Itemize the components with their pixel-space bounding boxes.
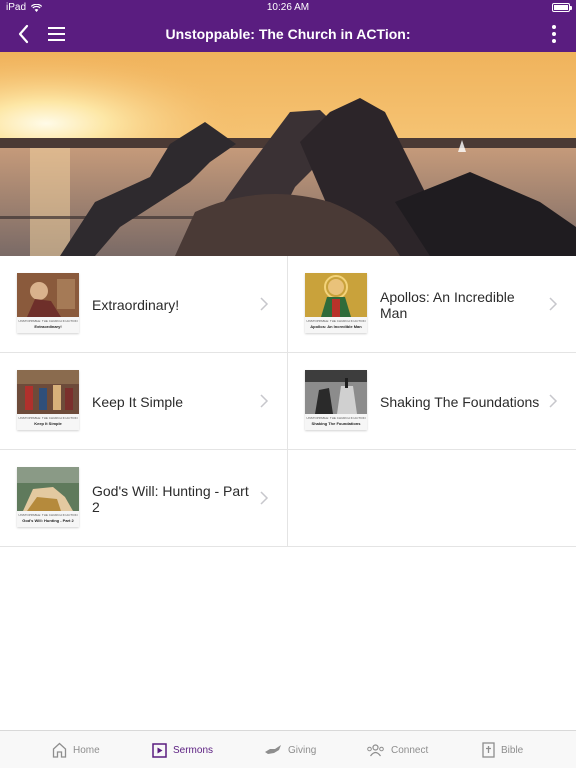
tab-label: Home xyxy=(73,744,100,756)
thumbnail-series-label: UNSTOPPABLE: THE CHURCH IN ACTION xyxy=(306,319,366,323)
thumbnail-title-label: Apollos: An Incredible Man xyxy=(310,324,362,329)
tab-bible[interactable]: Bible xyxy=(482,731,523,769)
more-options-icon[interactable] xyxy=(546,22,562,46)
sermon-title: Extraordinary! xyxy=(92,296,180,313)
sermon-item[interactable]: UNSTOPPABLE: THE CHURCH IN ACTION Apollo… xyxy=(288,256,576,353)
thumbnail-title-label: Keep It Simple xyxy=(34,421,62,426)
sermon-item[interactable]: UNSTOPPABLE: THE CHURCH IN ACTION Keep I… xyxy=(0,353,288,450)
back-chevron-icon[interactable] xyxy=(12,22,36,46)
thumbnail-title-label: Shaking The Foundations xyxy=(311,421,361,426)
chevron-right-icon xyxy=(549,394,558,408)
chevron-right-icon xyxy=(260,491,269,505)
giving-icon xyxy=(265,745,281,754)
thumbnail-series-label: UNSTOPPABLE: THE CHURCH IN ACTION xyxy=(306,416,366,420)
thumbnail-title-label: God's Will: Hunting - Part 2 xyxy=(22,518,74,523)
people-icon xyxy=(367,743,384,756)
top-bar: iPad 10:26 AM Unstoppable: The Church in… xyxy=(0,0,576,52)
sermon-title: Apollos: An Incredible Man xyxy=(380,288,515,321)
home-icon xyxy=(52,742,67,758)
sermon-thumbnail: UNSTOPPABLE: THE CHURCH IN ACTION Extrao… xyxy=(17,273,79,333)
tab-label: Bible xyxy=(501,744,524,756)
tab-label: Giving xyxy=(288,744,317,756)
sermon-item[interactable]: UNSTOPPABLE: THE CHURCH IN ACTION Extrao… xyxy=(0,256,288,353)
tab-label: Sermons xyxy=(173,744,214,756)
chevron-right-icon xyxy=(549,297,558,311)
sermon-thumbnail: UNSTOPPABLE: THE CHURCH IN ACTION God's … xyxy=(17,467,79,527)
sermon-item[interactable]: UNSTOPPABLE: THE CHURCH IN ACTION God's … xyxy=(0,450,288,547)
sermon-item[interactable]: UNSTOPPABLE: THE CHURCH IN ACTION Shakin… xyxy=(288,353,576,450)
sermon-title: God's Will: Hunting - Part 2 xyxy=(92,482,249,515)
status-time: 10:26 AM xyxy=(266,2,310,13)
page-title: Unstoppable: The Church in ACTion: xyxy=(165,26,411,42)
thumbnail-series-label: UNSTOPPABLE: THE CHURCH IN ACTION xyxy=(18,416,78,420)
bible-icon xyxy=(482,742,495,758)
sermon-thumbnail: UNSTOPPABLE: THE CHURCH IN ACTION Keep I… xyxy=(17,370,79,430)
thumbnail-series-label: UNSTOPPABLE: THE CHURCH IN ACTION xyxy=(18,319,78,323)
navigation-bar: Unstoppable: The Church in ACTion: xyxy=(0,16,576,52)
status-bar: iPad 10:26 AM xyxy=(0,0,576,16)
play-icon xyxy=(152,742,167,758)
battery-icon xyxy=(552,3,572,12)
sermon-thumbnail: UNSTOPPABLE: THE CHURCH IN ACTION Apollo… xyxy=(305,273,367,333)
series-banner-image xyxy=(0,52,576,256)
sermon-title: Shaking The Foundations xyxy=(380,393,540,410)
tab-connect[interactable]: Connect xyxy=(366,731,428,769)
empty-grid-cell xyxy=(288,450,576,547)
tab-giving[interactable]: Giving xyxy=(264,731,316,769)
sermon-title: Keep It Simple xyxy=(92,393,184,410)
tab-bar: Home Sermons Giving Connect Bible xyxy=(0,730,576,768)
sermon-thumbnail: UNSTOPPABLE: THE CHURCH IN ACTION Shakin… xyxy=(305,370,367,430)
thumbnail-series-label: UNSTOPPABLE: THE CHURCH IN ACTION xyxy=(18,513,78,517)
tab-label: Connect xyxy=(391,744,429,756)
hamburger-menu-icon[interactable] xyxy=(46,24,68,44)
chevron-right-icon xyxy=(260,394,269,408)
tab-home[interactable]: Home xyxy=(52,731,100,769)
chevron-right-icon xyxy=(260,297,269,311)
tab-sermons[interactable]: Sermons xyxy=(152,731,213,769)
thumbnail-title-label: Extraordinary! xyxy=(34,324,62,329)
